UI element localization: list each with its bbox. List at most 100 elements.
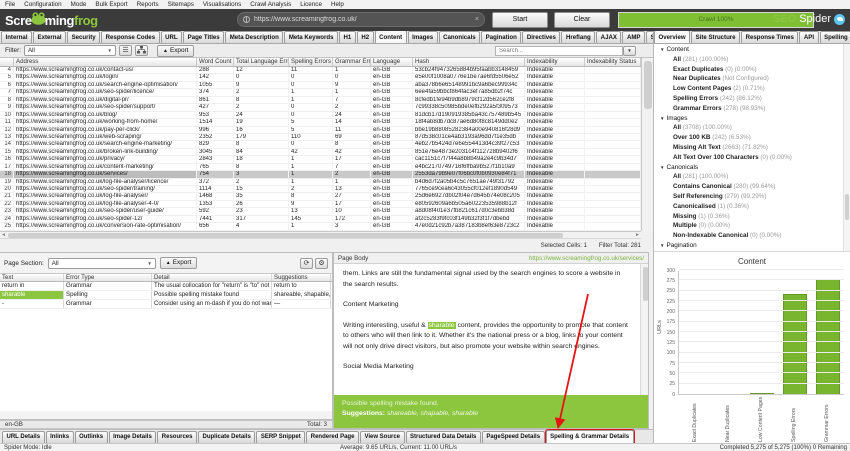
column-header-text[interactable]: Text bbox=[0, 274, 64, 281]
table-row[interactable]: 17https://www.screamingfrog.co.uk/conten… bbox=[0, 164, 641, 171]
tree-section-content[interactable]: ▼Content bbox=[654, 45, 843, 55]
scrollbar-thumb[interactable] bbox=[8, 233, 563, 238]
bottom-tab-outlinks[interactable]: Outlinks bbox=[75, 431, 108, 443]
tree-item-canonicals-contains-canonical[interactable]: Contains Canonical (280) (99.64%) bbox=[654, 182, 843, 192]
table-row[interactable]: 19https://www.screamingfrog.co.uk/log-fi… bbox=[0, 179, 641, 186]
tab-meta-keywords[interactable]: Meta Keywords bbox=[284, 31, 338, 43]
tree-item-images-alt-text-over-100-characters[interactable]: Alt Text Over 100 Characters (0) (0.00%) bbox=[654, 153, 843, 163]
tree-item-canonicals-canonicalised[interactable]: Canonicalised (1) (0.36%) bbox=[654, 202, 843, 212]
tab-content[interactable]: Content bbox=[375, 31, 407, 43]
bottom-tab-duplicate-details[interactable]: Duplicate Details bbox=[198, 431, 255, 443]
tab-structured-data[interactable]: Structured Data bbox=[646, 31, 653, 43]
table-row[interactable]: 24https://www.screamingfrog.co.uk/seo-sp… bbox=[0, 216, 641, 223]
column-header-language[interactable]: Language bbox=[371, 58, 413, 66]
bottom-tab-spelling-grammar-details[interactable]: Spelling & Grammar Details bbox=[546, 430, 634, 443]
table-row[interactable]: 25https://www.screamingfrog.co.uk/conver… bbox=[0, 223, 641, 230]
scrollbar-thumb[interactable] bbox=[643, 267, 648, 301]
table-vertical-scrollbar[interactable] bbox=[641, 58, 653, 231]
column-header-word-count[interactable]: Word Count bbox=[197, 58, 234, 66]
column-header-total-language-errors[interactable]: Total Language Errors bbox=[234, 58, 289, 66]
filter-select[interactable]: All▼ bbox=[24, 45, 116, 56]
tab-canonicals[interactable]: Canonicals bbox=[439, 31, 481, 43]
tab-h1[interactable]: H1 bbox=[339, 31, 356, 43]
menu-visualisations[interactable]: Visualisations bbox=[203, 0, 241, 9]
search-options-button[interactable]: ▼ bbox=[623, 46, 636, 56]
tab-ajax[interactable]: AJAX bbox=[596, 31, 621, 43]
clear-button[interactable]: Clear bbox=[554, 12, 610, 28]
tree-item-content-all[interactable]: All (281) (100.00%) bbox=[654, 55, 843, 65]
right-tab-site-structure[interactable]: Site Structure bbox=[691, 31, 740, 43]
bottom-tab-pagespeed-details[interactable]: PageSpeed Details bbox=[482, 431, 545, 443]
tab-pagination[interactable]: Pagination bbox=[481, 31, 521, 43]
menu-licence[interactable]: Licence bbox=[300, 0, 322, 9]
table-row[interactable]: 9https://www.screamingfrog.co.uk/seo-spi… bbox=[0, 104, 641, 111]
page-section-select[interactable]: All▼ bbox=[48, 258, 156, 269]
column-header-grammar-errors[interactable]: Grammar Errors bbox=[333, 58, 371, 66]
tab-h2[interactable]: H2 bbox=[357, 31, 374, 43]
scrollbar-thumb[interactable] bbox=[644, 61, 652, 109]
column-header-spelling-errors[interactable]: Spelling Errors bbox=[289, 58, 333, 66]
url-bar[interactable]: https://www.screamingfrog.co.uk/ × bbox=[237, 12, 485, 27]
export-errors-button[interactable]: ▲ Export bbox=[160, 257, 197, 269]
table-row[interactable]: 7https://www.screamingfrog.co.uk/seo-spi… bbox=[0, 89, 641, 96]
table-row[interactable]: 15https://www.screamingfrog.co.uk/broken… bbox=[0, 149, 641, 156]
column-header-indexability[interactable]: Indexability bbox=[525, 58, 585, 66]
tree-item-images-all[interactable]: All (3708) (100.00%) bbox=[654, 123, 843, 133]
tab-amp[interactable]: AMP bbox=[622, 31, 645, 43]
tree-view-button[interactable] bbox=[135, 45, 148, 56]
menu-sitemaps[interactable]: Sitemaps bbox=[168, 0, 194, 9]
bottom-tab-view-source[interactable]: View Source bbox=[360, 431, 405, 443]
bottom-tab-image-details[interactable]: Image Details bbox=[109, 431, 157, 443]
tree-item-canonicals-missing[interactable]: Missing (1) (0.36%) bbox=[654, 212, 843, 222]
right-tab-overview[interactable]: Overview bbox=[654, 31, 690, 43]
column-header-hash[interactable]: Hash bbox=[413, 58, 525, 66]
column-header-detail[interactable]: Detail bbox=[152, 274, 272, 281]
tab-hreflang[interactable]: Hreflang bbox=[561, 31, 595, 43]
column-header-row-number[interactable] bbox=[0, 58, 14, 66]
twitter-icon[interactable] bbox=[834, 14, 845, 25]
settings-button[interactable]: ⚙ bbox=[315, 258, 328, 269]
table-row[interactable]: 10https://www.screamingfrog.co.uk/blog/9… bbox=[0, 112, 641, 119]
tree-item-content-exact-duplicates[interactable]: Exact Duplicates (0) (0.00%) bbox=[654, 65, 843, 75]
table-row[interactable]: 14https://www.screamingfrog.co.uk/search… bbox=[0, 141, 641, 148]
table-row[interactable]: 12https://www.screamingfrog.co.uk/pay-pe… bbox=[0, 127, 641, 134]
table-row[interactable]: 6https://www.screamingfrog.co.uk/search-… bbox=[0, 82, 641, 89]
tree-section-images[interactable]: ▼Images bbox=[654, 114, 843, 124]
tab-response-codes[interactable]: Response Codes bbox=[101, 31, 159, 43]
table-row[interactable]: 18https://www.screamingfrog.co.uk/servic… bbox=[0, 171, 641, 178]
bottom-tab-serp-snippet[interactable]: SERP Snippet bbox=[256, 431, 305, 443]
table-row[interactable]: 16https://www.screamingfrog.co.uk/privac… bbox=[0, 156, 641, 163]
refresh-button[interactable]: ⟳ bbox=[300, 258, 313, 269]
list-view-button[interactable]: ☰ bbox=[119, 45, 132, 56]
menu-configuration[interactable]: Configuration bbox=[24, 0, 61, 9]
bottom-tab-resources[interactable]: Resources bbox=[157, 431, 197, 443]
error-row[interactable]: sharableSpellingPossible spelling mistak… bbox=[0, 291, 332, 300]
menu-help[interactable]: Help bbox=[331, 0, 344, 9]
url-input[interactable]: https://www.screamingfrog.co.uk/ bbox=[254, 16, 472, 23]
column-header-address[interactable]: Address bbox=[14, 58, 197, 66]
tree-item-canonicals-non-indexable-canonical[interactable]: Non-Indexable Canonical (0) (0.00%) bbox=[654, 231, 843, 241]
table-row[interactable]: 8https://www.screamingfrog.co.uk/digital… bbox=[0, 97, 641, 104]
right-tab-spelling-grammar[interactable]: Spelling & Grammar bbox=[820, 31, 850, 43]
column-header-suggestions[interactable]: Suggestions bbox=[272, 274, 331, 281]
page-body-url-link[interactable]: https://www.screamingfrog.co.uk/services… bbox=[529, 255, 644, 262]
menu-file[interactable]: File bbox=[5, 0, 15, 9]
table-row[interactable]: 20https://www.screamingfrog.co.uk/seo-sp… bbox=[0, 186, 641, 193]
bottom-tab-url-details[interactable]: URL Details bbox=[2, 431, 45, 443]
menu-crawl-analysis[interactable]: Crawl Analysis bbox=[250, 0, 291, 9]
menu-mode[interactable]: Mode bbox=[71, 0, 87, 9]
bottom-tab-rendered-page[interactable]: Rendered Page bbox=[306, 431, 359, 443]
tree-item-canonicals-all[interactable]: All (281) (100.00%) bbox=[654, 172, 843, 182]
table-row[interactable]: 13https://www.screamingfrog.co.uk/web-sc… bbox=[0, 134, 641, 141]
search-input[interactable] bbox=[495, 46, 623, 56]
table-row[interactable]: 22https://www.screamingfrog.co.uk/log-fi… bbox=[0, 201, 641, 208]
bottom-tab-structured-data-details[interactable]: Structured Data Details bbox=[406, 431, 481, 443]
table-row[interactable]: 23https://www.screamingfrog.co.uk/seo-sp… bbox=[0, 208, 641, 215]
highlighted-word[interactable]: sharable bbox=[428, 322, 456, 329]
tab-images[interactable]: Images bbox=[408, 31, 438, 43]
table-row[interactable]: 21https://www.screamingfrog.co.uk/log-fi… bbox=[0, 193, 641, 200]
overview-scrollbar[interactable] bbox=[843, 44, 850, 251]
export-button[interactable]: ▲ Export bbox=[157, 45, 194, 57]
menu-bulk-export[interactable]: Bulk Export bbox=[95, 0, 127, 9]
page-body-scrollbar[interactable] bbox=[640, 264, 648, 395]
